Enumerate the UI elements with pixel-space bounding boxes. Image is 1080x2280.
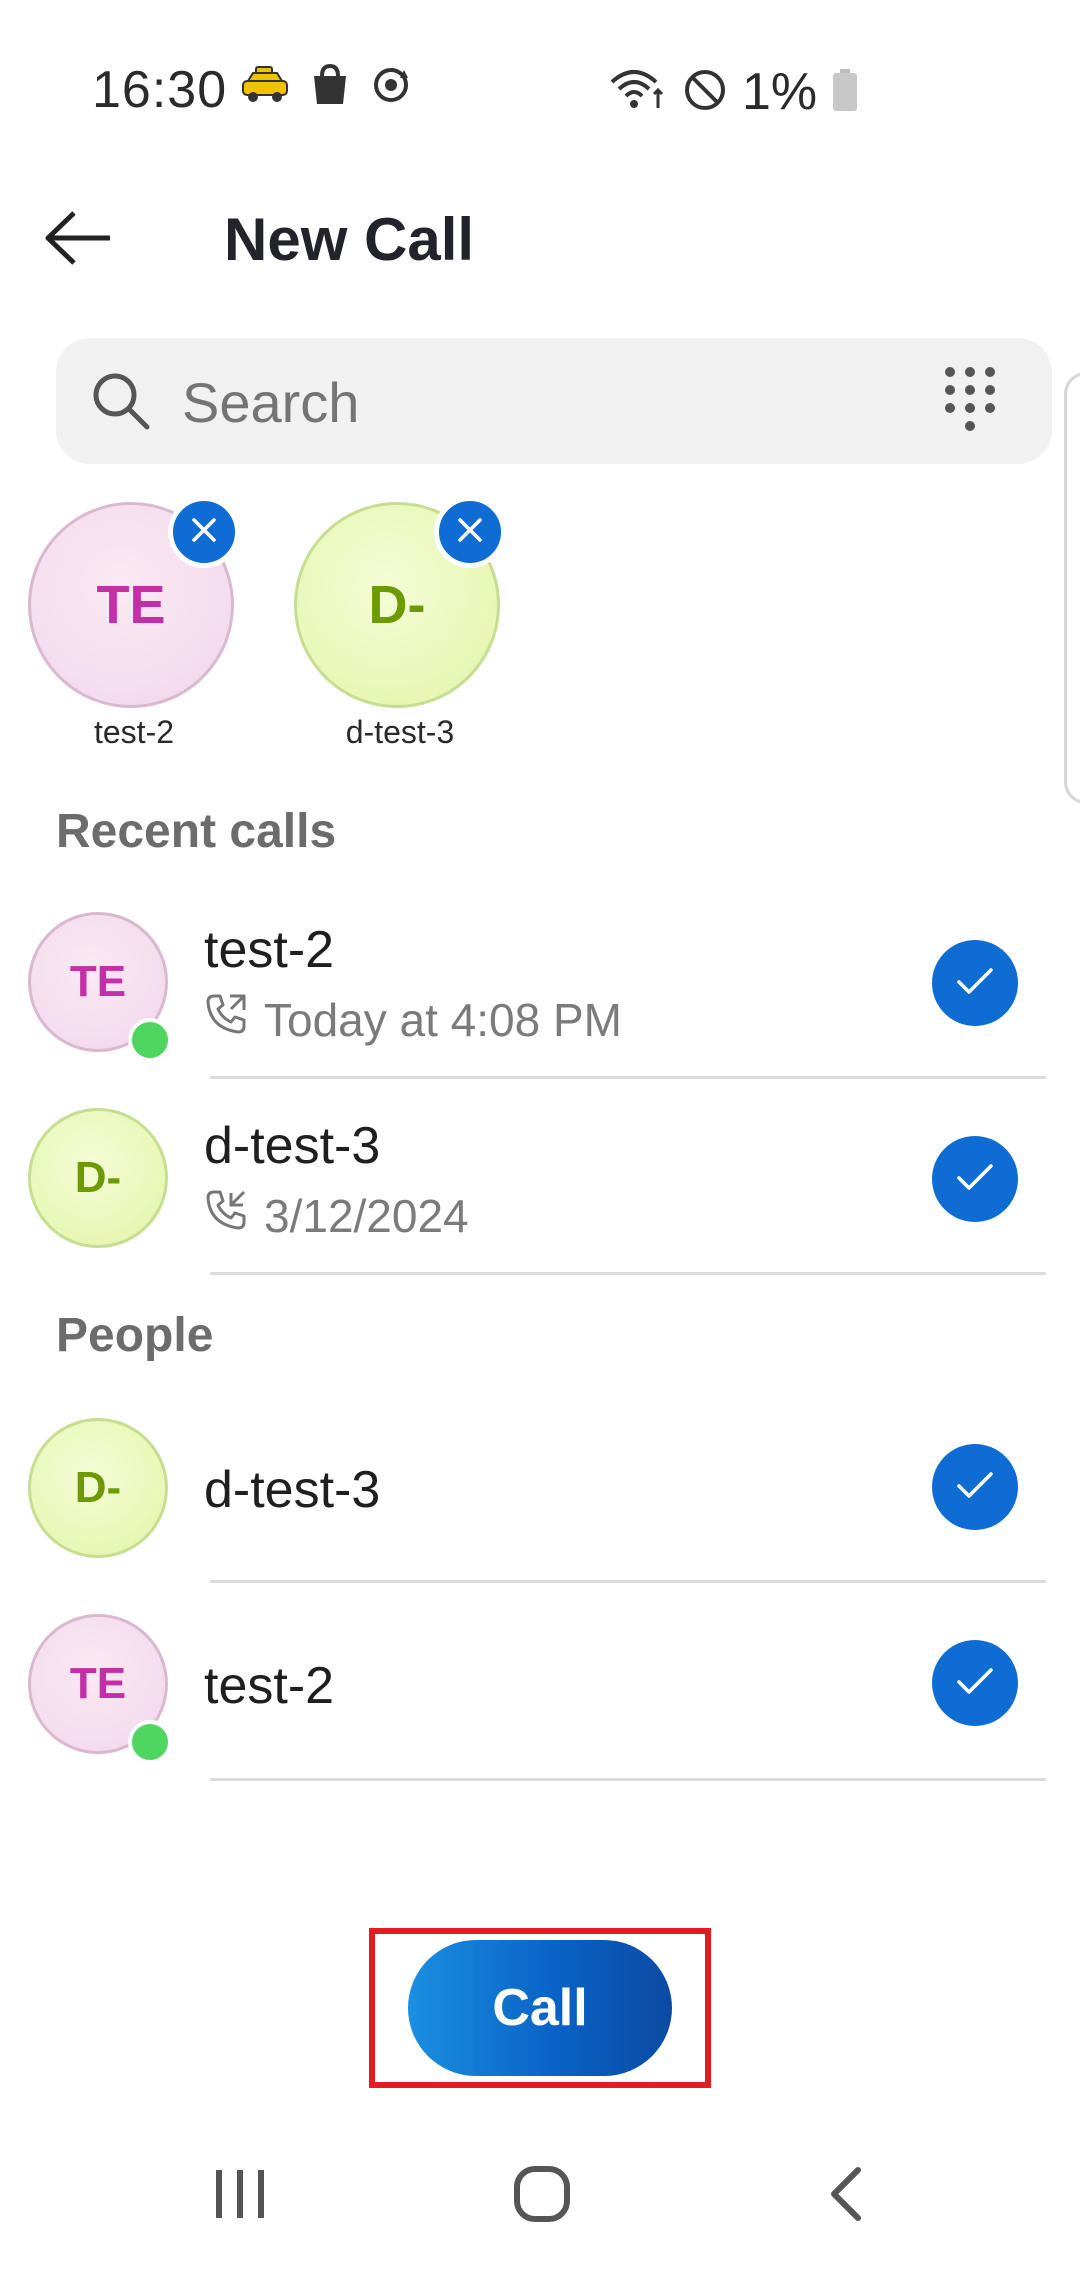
presence-online-indicator	[128, 1018, 172, 1062]
avatar: D-	[28, 1108, 168, 1248]
do-not-disturb-icon	[682, 67, 728, 118]
status-icons-right: 1%	[608, 62, 859, 122]
close-icon	[191, 517, 217, 548]
section-header-people: People	[56, 1309, 214, 1362]
outgoing-call-icon	[204, 992, 248, 1047]
list-item[interactable]: D- d-test-3 3/12/2024	[0, 1080, 1080, 1276]
home-button[interactable]	[482, 2136, 602, 2256]
page-title: New Call	[224, 206, 475, 273]
shopping-bag-icon	[310, 63, 350, 111]
divider	[210, 1778, 1046, 1781]
battery-icon	[831, 68, 859, 117]
selected-checkbox[interactable]	[932, 1640, 1018, 1726]
checkmark-icon	[955, 1161, 995, 1198]
checkmark-icon	[955, 965, 995, 1002]
checkmark-icon	[955, 1469, 995, 1506]
back-button[interactable]	[28, 195, 128, 285]
list-item[interactable]: TE test-2	[0, 1586, 1080, 1782]
call-date: 3/12/2024	[264, 1189, 469, 1242]
chip-name: d-test-3	[345, 714, 455, 750]
call-detail: 3/12/2024	[204, 1188, 469, 1243]
contact-name: test-2	[204, 921, 335, 979]
nav-back-button[interactable]	[786, 2136, 906, 2256]
presence-online-indicator	[128, 1720, 172, 1764]
call-button[interactable]: Call	[408, 1940, 672, 2076]
contact-name: test-2	[204, 1657, 335, 1715]
recent-apps-icon	[210, 2166, 270, 2227]
divider	[210, 1272, 1046, 1275]
section-header-recent-calls: Recent calls	[56, 805, 337, 858]
status-bar: 16:30 1%	[0, 0, 1080, 190]
status-time: 16:30	[92, 61, 228, 119]
wifi-icon	[608, 68, 668, 117]
contact-name: d-test-3	[204, 1117, 381, 1175]
home-icon	[512, 2164, 572, 2229]
status-icons-left	[240, 63, 412, 111]
avatar: D-	[28, 1418, 168, 1558]
close-icon	[457, 517, 483, 548]
incoming-call-icon	[204, 1188, 248, 1243]
divider	[210, 1076, 1046, 1079]
selected-chip[interactable]: TE test-2	[28, 496, 240, 762]
selected-checkbox[interactable]	[932, 1136, 1018, 1222]
selected-chip[interactable]: D- d-test-3	[294, 496, 506, 762]
chevron-left-icon	[826, 2164, 866, 2229]
sync-icon	[370, 64, 412, 111]
search-input[interactable]	[182, 354, 882, 450]
arrow-left-icon	[42, 208, 114, 273]
selected-checkbox[interactable]	[932, 1444, 1018, 1530]
call-detail: Today at 4:08 PM	[204, 992, 622, 1047]
chip-name: test-2	[93, 714, 175, 750]
contact-name: d-test-3	[204, 1461, 381, 1519]
selected-checkbox[interactable]	[932, 940, 1018, 1026]
remove-chip-button[interactable]	[434, 496, 506, 568]
scroll-indicator	[1064, 372, 1080, 804]
remove-chip-button[interactable]	[168, 496, 240, 568]
checkmark-icon	[955, 1665, 995, 1702]
list-item[interactable]: TE test-2 Today at 4:08 PM	[0, 884, 1080, 1080]
recent-apps-button[interactable]	[180, 2136, 300, 2256]
search-icon	[90, 370, 152, 437]
battery-percent: 1%	[742, 63, 818, 121]
list-item[interactable]: D- d-test-3	[0, 1390, 1080, 1586]
call-time: Today at 4:08 PM	[264, 993, 622, 1046]
taxi-icon	[240, 65, 290, 110]
divider	[210, 1580, 1046, 1583]
dialpad-icon[interactable]	[940, 364, 1000, 439]
